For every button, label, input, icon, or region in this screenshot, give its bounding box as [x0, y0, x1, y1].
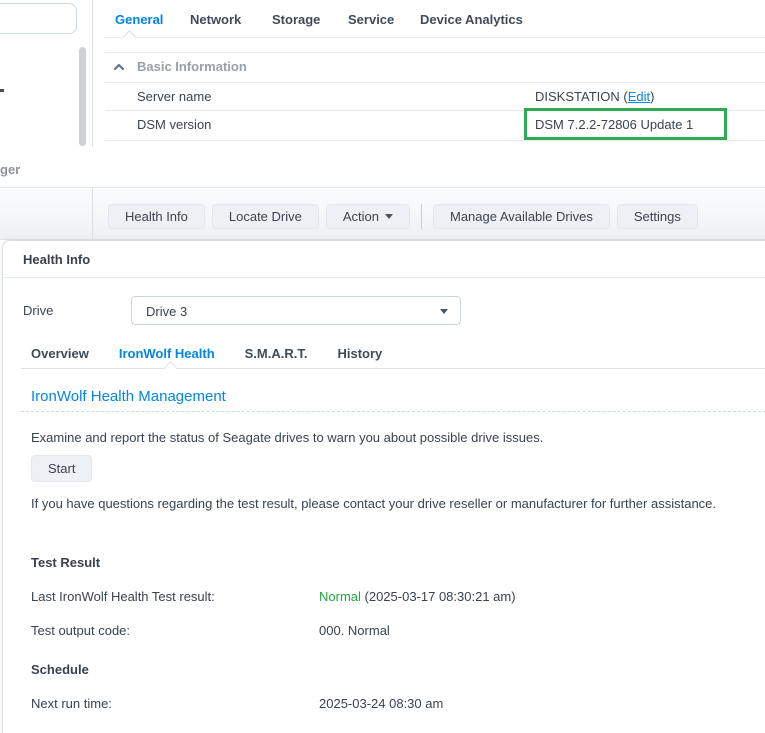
- tab-ironwolf-health[interactable]: IronWolf Health: [119, 346, 215, 361]
- last-test-result-label: Last IronWolf Health Test result:: [31, 589, 215, 604]
- highlight-annotation-box: [524, 108, 727, 140]
- tab-smart[interactable]: S.M.A.R.T.: [245, 346, 308, 361]
- window-title-fragment: ger: [0, 162, 20, 177]
- tab-history[interactable]: History: [337, 346, 382, 361]
- storage-manager-toolbar: Health Info Locate Drive Action Manage A…: [0, 187, 765, 240]
- action-menu-label: Action: [343, 209, 379, 224]
- dialog-tabbar-divider: [21, 368, 765, 369]
- ironwolf-health-management-heading: IronWolf Health Management: [31, 388, 226, 405]
- health-info-button[interactable]: Health Info: [108, 204, 205, 229]
- row-divider: [105, 140, 765, 141]
- tab-storage[interactable]: Storage: [272, 12, 320, 27]
- drive-label: Drive: [23, 303, 53, 318]
- manage-available-drives-button[interactable]: Manage Available Drives: [433, 204, 610, 229]
- server-name-text: DISKSTATION (: [535, 89, 628, 104]
- tab-service[interactable]: Service: [348, 12, 394, 27]
- description-text: Examine and report the status of Seagate…: [31, 427, 751, 448]
- tab-device-analytics[interactable]: Device Analytics: [420, 12, 523, 27]
- search-input[interactable]: [0, 3, 77, 34]
- next-run-time-label: Next run time:: [31, 696, 112, 711]
- tab-network[interactable]: Network: [190, 12, 241, 27]
- clipped-text-fragment: [0, 89, 4, 92]
- status-timestamp: (2025-03-17 08:30:21 am): [361, 589, 516, 604]
- dsm-version-label: DSM version: [137, 117, 211, 132]
- test-output-code-label: Test output code:: [31, 623, 130, 638]
- last-test-result-value: Normal (2025-03-17 08:30:21 am): [319, 589, 516, 604]
- server-name-label: Server name: [137, 89, 211, 104]
- row-divider: [105, 82, 765, 83]
- toolbar-separator: [421, 204, 422, 229]
- tab-overview[interactable]: Overview: [31, 346, 89, 361]
- caret-down-icon: [440, 309, 448, 314]
- section-title-basic-information: Basic Information: [137, 59, 247, 74]
- tab-general[interactable]: General: [115, 12, 163, 27]
- server-name-value: DISKSTATION (Edit): [535, 89, 654, 104]
- drive-select[interactable]: Drive 3: [131, 296, 461, 325]
- dialog-header: Health Info: [3, 241, 765, 278]
- action-menu-button[interactable]: Action: [326, 204, 410, 229]
- schedule-heading: Schedule: [31, 662, 89, 677]
- dialog-tabs: Overview IronWolf Health S.M.A.R.T. Hist…: [31, 346, 382, 361]
- drive-select-value: Drive 3: [146, 304, 187, 319]
- active-tab-notch: [123, 30, 136, 43]
- settings-button[interactable]: Settings: [617, 204, 698, 229]
- note-text: If you have questions regarding the test…: [31, 493, 736, 514]
- toolbar-buttons: Health Info Locate Drive Action Manage A…: [108, 204, 698, 229]
- next-run-time-value: 2025-03-24 08:30 am: [319, 696, 443, 711]
- server-name-text-suffix: ): [650, 89, 654, 104]
- section-top-divider: [105, 52, 765, 53]
- active-tab-notch: [164, 361, 177, 374]
- pane-divider: [92, 0, 93, 147]
- health-info-dialog: Health Info Drive Drive 3 Overview IronW…: [2, 240, 765, 733]
- locate-drive-button[interactable]: Locate Drive: [212, 204, 319, 229]
- test-result-heading: Test Result: [31, 555, 100, 570]
- edit-server-name-link[interactable]: Edit: [628, 89, 650, 104]
- caret-down-icon: [385, 214, 393, 219]
- toolbar-pane-divider: [92, 188, 93, 239]
- tabbar-divider: [105, 37, 765, 38]
- test-output-code-value: 000. Normal: [319, 623, 390, 638]
- dialog-title: Health Info: [23, 252, 90, 267]
- start-button[interactable]: Start: [31, 455, 92, 482]
- dashed-divider: [21, 411, 765, 412]
- chevron-up-icon: [113, 61, 125, 73]
- scrollbar-thumb[interactable]: [79, 47, 86, 146]
- status-normal: Normal: [319, 589, 361, 604]
- screen: General Network Storage Service Device A…: [0, 0, 765, 733]
